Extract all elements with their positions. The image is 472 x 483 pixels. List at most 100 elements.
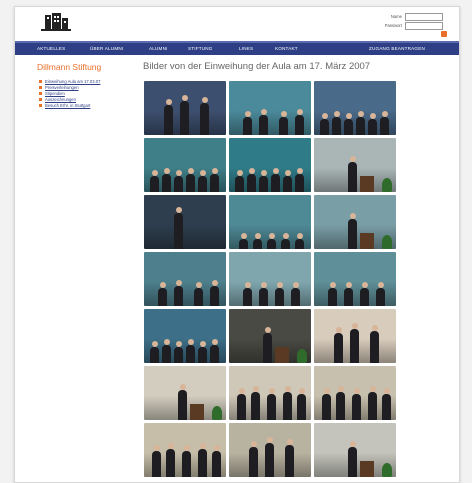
photo-person — [263, 327, 272, 363]
gallery-photo[interactable] — [144, 195, 226, 249]
photo-person — [334, 327, 343, 363]
gallery-photo[interactable] — [229, 366, 311, 420]
gallery-photo[interactable] — [144, 138, 226, 192]
photo-person — [382, 388, 391, 420]
photo-person — [239, 233, 248, 249]
site-brand[interactable]: Dillmann Stiftung — [37, 62, 101, 72]
photo-person — [380, 111, 389, 135]
gallery-photo[interactable] — [314, 252, 396, 306]
photo-person — [162, 339, 171, 363]
gallery-photo[interactable] — [229, 81, 311, 135]
photo-person — [352, 388, 361, 420]
photo-plant — [297, 349, 307, 363]
photo-person — [259, 109, 268, 135]
photo-person — [291, 282, 300, 306]
photo-person — [152, 445, 161, 477]
login-form: Name Passwort — [385, 12, 443, 30]
photo-person — [275, 282, 284, 306]
photo-person — [186, 168, 195, 192]
photo-plant — [382, 235, 392, 249]
photo-person — [210, 280, 219, 306]
sidebar-item-label: Preisverleihungen — [45, 84, 79, 90]
sidebar-item-besuch[interactable]: Besuch Erhr. in Stuttgart — [39, 102, 100, 108]
gallery-photo[interactable] — [314, 366, 396, 420]
gallery-photo[interactable] — [229, 138, 311, 192]
gallery-photo[interactable] — [144, 81, 226, 135]
nav-item-stiftung[interactable]: STIFTUNG — [188, 46, 213, 51]
nav-item-zugang-beantragen[interactable]: ZUGANG BEANTRAGEN — [369, 46, 425, 51]
main-nav: AKTUELLES ÜBER ALUMNI ALUMNI STIFTUNG LI… — [15, 41, 459, 55]
gallery-photo[interactable] — [314, 423, 396, 477]
photo-person — [174, 207, 183, 249]
photo-person — [267, 233, 276, 249]
photo-plant — [382, 463, 392, 477]
photo-person — [253, 233, 262, 249]
photo-person — [174, 280, 183, 306]
gallery-photo[interactable] — [314, 81, 396, 135]
photo-person — [297, 388, 306, 420]
photo-person — [212, 445, 221, 477]
photo-person — [243, 111, 252, 135]
sidebar-menu: Einweihung Aula am 17.03.07 Preisverleih… — [39, 78, 100, 108]
photo-person — [243, 282, 252, 306]
browser-page: Name Passwort AKTUELLES ÜBER ALUMNI ALUM… — [14, 6, 460, 483]
photo-person — [370, 325, 379, 363]
login-button[interactable] — [441, 31, 447, 37]
gallery-photo[interactable] — [144, 423, 226, 477]
page-title: Bilder von der Einweihung der Aula am 17… — [143, 61, 371, 72]
gallery-photo[interactable] — [314, 195, 396, 249]
gallery-photo[interactable] — [144, 309, 226, 363]
photo-person — [348, 213, 357, 249]
gallery-photo[interactable] — [229, 195, 311, 249]
photo-person — [350, 323, 359, 363]
sidebar-item-label: Besuch Erhr. in Stuttgart — [45, 102, 91, 108]
password-input[interactable] — [405, 21, 443, 30]
photo-person — [210, 168, 219, 192]
photo-person — [295, 233, 304, 249]
photo-person — [281, 233, 290, 249]
photo-person — [344, 282, 353, 306]
nav-item-ueber-alumni[interactable]: ÜBER ALUMNI — [90, 46, 123, 51]
nav-item-links[interactable]: LINKS — [239, 46, 253, 51]
photo-person — [210, 339, 219, 363]
photo-person — [368, 113, 377, 135]
gallery-photo[interactable] — [229, 309, 311, 363]
photo-person — [174, 341, 183, 363]
gallery-photo[interactable] — [314, 309, 396, 363]
photo-person — [271, 168, 280, 192]
photo-person — [332, 111, 341, 135]
password-row: Passwort — [385, 21, 443, 30]
photo-lectern — [190, 404, 204, 420]
photo-person — [348, 156, 357, 192]
photo-person — [251, 386, 260, 420]
gallery-photo[interactable] — [144, 252, 226, 306]
nav-item-aktuelles[interactable]: AKTUELLES — [37, 46, 65, 51]
photo-person — [328, 282, 337, 306]
nav-item-kontakt[interactable]: KONTAKT — [275, 46, 298, 51]
photo-person — [194, 282, 203, 306]
photo-plant — [212, 406, 222, 420]
photo-person — [283, 170, 292, 192]
photo-person — [267, 388, 276, 420]
photo-lectern — [360, 233, 374, 249]
nav-item-alumni[interactable]: ALUMNI — [149, 46, 168, 51]
photo-lectern — [275, 347, 289, 363]
gallery-photo[interactable] — [229, 423, 311, 477]
photo-person — [320, 113, 329, 135]
photo-person — [376, 282, 385, 306]
gallery-photo[interactable] — [314, 138, 396, 192]
photo-person — [164, 99, 173, 135]
photo-person — [295, 168, 304, 192]
sidebar-item-label: Stipendien — [45, 90, 65, 96]
sidebar-item-label: Einweihung Aula am 17.03.07 — [45, 78, 101, 84]
building-logo-icon[interactable] — [39, 11, 73, 33]
photo-person — [166, 443, 175, 477]
name-input[interactable] — [405, 12, 443, 21]
photo-person — [180, 95, 189, 135]
photo-person — [198, 443, 207, 477]
gallery-photo[interactable] — [229, 252, 311, 306]
sidebar-item-einweihung[interactable]: Einweihung Aula am 17.03.07 — [39, 78, 100, 84]
page-header: Name Passwort — [15, 7, 459, 41]
photo-person — [283, 386, 292, 420]
gallery-photo[interactable] — [144, 366, 226, 420]
